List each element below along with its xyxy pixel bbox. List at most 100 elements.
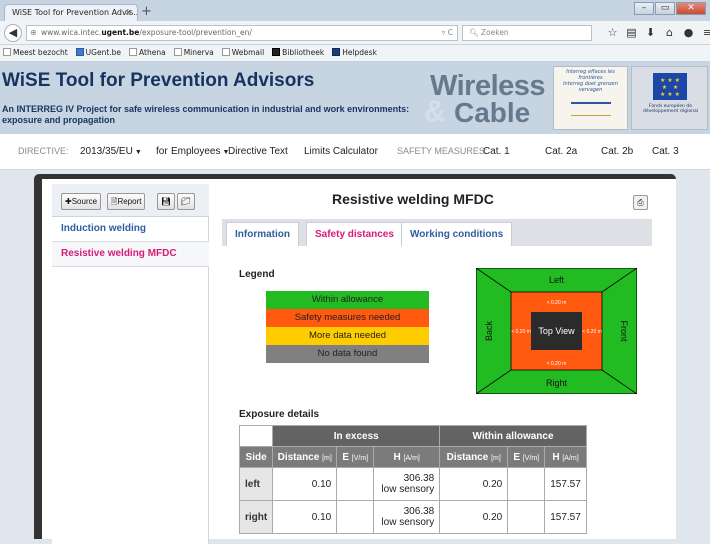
bookmark-item[interactable]: Helpdesk — [332, 45, 377, 61]
save-button[interactable]: 💾︎ — [157, 193, 176, 210]
interreg-text-fr: Interreg effaces les frontières — [566, 69, 615, 81]
window-controls: – ▭ ✕ — [634, 2, 706, 17]
topview-front-label: Front — [619, 320, 629, 342]
exposure-table: In excess Within allowance Side Distance… — [238, 425, 587, 534]
wireless-cable-logo: Wireless & Cable — [424, 68, 552, 128]
interreg-emblem-icon — [570, 102, 611, 116]
topview-back-label: Back — [484, 320, 494, 341]
bookmark-star-icon[interactable]: ☆ — [603, 25, 622, 41]
bookmark-icon — [3, 48, 11, 56]
audience-select[interactable]: Employees ▼ — [171, 134, 229, 170]
url-bar[interactable]: ⊕ www.wica.intec.ugent.be/exposure-tool/… — [26, 25, 458, 41]
browser-chrome: WiSE Tool for Prevention Advis... × + – … — [0, 0, 710, 62]
col-excess-h: H [A/m] — [373, 446, 441, 468]
bookmark-item[interactable]: Meest bezocht — [3, 45, 68, 61]
legend-safety-measures: Safety measures needed — [266, 309, 429, 327]
plus-icon: ✚ — [65, 197, 72, 206]
add-source-button[interactable]: ✚Source — [61, 193, 102, 210]
clipboard-icon[interactable]: ▤ — [622, 25, 641, 41]
navigation-bar: ◀ ⊕ www.wica.intec.ugent.be/exposure-too… — [0, 21, 710, 45]
directive-text-link[interactable]: Directive Text — [228, 134, 288, 169]
dropdown-arrow-icon: ▼ — [134, 149, 142, 156]
bookmark-item[interactable]: Minerva — [173, 45, 214, 61]
report-button[interactable]: 🗎︎Report — [107, 193, 146, 210]
table-row: left 0.10 306.38 low sensory 0.20 157.57 — [238, 467, 587, 501]
eu-flag-icon: ★ ★ ★ ★ ★ ★ ★ ★ — [653, 73, 687, 100]
search-icon: 🔍︎ — [469, 28, 481, 37]
minimize-icon[interactable]: – — [634, 2, 654, 15]
directive-select[interactable]: 2013/35/EU ▼ — [80, 134, 142, 170]
browser-tab-title: WiSE Tool for Prevention Advis... — [12, 8, 138, 17]
limits-calculator-link[interactable]: Limits Calculator — [304, 134, 378, 169]
cell-within-h: 157.57 — [544, 500, 587, 534]
site-title: WiSE Tool for Prevention Advisors — [2, 70, 315, 91]
new-tab-button[interactable]: + — [141, 4, 152, 19]
close-tab-icon[interactable]: × — [124, 5, 132, 21]
topview-distance-right: < 0.20 m — [582, 329, 602, 335]
home-icon[interactable]: ⌂ — [660, 25, 679, 41]
cell-excess-e — [336, 500, 375, 534]
table-corner — [238, 425, 274, 447]
url-domain: ugent.be — [101, 28, 140, 37]
download-icon[interactable]: ⬇ — [641, 25, 660, 41]
cell-within-distance: 0.20 — [439, 467, 509, 501]
legend-more-data: More data needed — [266, 327, 429, 345]
logo-ampersand: & — [424, 95, 446, 128]
sidebar-item-resistive-welding[interactable]: Resistive welding MFDC — [52, 242, 209, 267]
content-tabs: Information Safety distances Working con… — [222, 219, 652, 246]
reload-icon[interactable]: ▿ C — [442, 26, 453, 40]
bookmark-item[interactable]: Bibliotheek — [272, 45, 324, 61]
table-group-header: In excess Within allowance — [238, 425, 587, 447]
for-label: for — [156, 146, 168, 157]
ugent-icon — [75, 48, 84, 56]
maximize-icon[interactable]: ▭ — [655, 2, 675, 15]
eu-logo: ★ ★ ★ ★ ★ ★ ★ ★ Fonds européen de développ… — [631, 66, 708, 130]
back-arrow-icon[interactable]: ◀ — [4, 24, 22, 42]
tab-information[interactable]: Information — [226, 222, 299, 246]
directive-bar: DIRECTIVE: 2013/35/EU ▼ for Employees ▼ Di… — [0, 134, 710, 170]
open-folder-button[interactable]: 📁︎ — [177, 193, 196, 210]
cell-within-e — [507, 500, 546, 534]
helpdesk-icon — [332, 48, 341, 56]
panel-content: ✚Source 🗎︎Report 💾︎ 📁︎ Induction welding… — [42, 179, 676, 544]
tab-working-conditions[interactable]: Working conditions — [401, 222, 513, 246]
site-subtitle: An INTERREG IV Project for safe wireless… — [2, 104, 410, 125]
tab-safety-distances[interactable]: Safety distances — [306, 222, 403, 246]
chat-icon[interactable]: ● — [679, 25, 698, 41]
bookmark-item[interactable]: UGent.be — [75, 45, 121, 61]
logo-word-cable: Cable — [454, 97, 531, 128]
col-within-distance: Distance [m] — [439, 446, 509, 468]
directive-label: DIRECTIVE: — [18, 146, 69, 156]
browser-tab[interactable]: WiSE Tool for Prevention Advis... × — [4, 4, 138, 21]
cat-2a-link[interactable]: Cat. 2a — [545, 134, 577, 169]
tab-strip: WiSE Tool for Prevention Advis... × + – … — [0, 0, 710, 21]
bookmark-item[interactable]: Webmail — [221, 45, 264, 61]
print-icon[interactable]: ⎙ — [633, 195, 648, 210]
sidebar: ✚Source 🗎︎Report 💾︎ 📁︎ Induction welding… — [52, 184, 209, 544]
table-row: right 0.10 306.38 low sensory 0.20 157.57 — [238, 500, 587, 534]
interreg-text-nl: Interreg doet grenzen vervagen — [563, 81, 618, 93]
safety-measures-label: SAFETY MEASURES: — [397, 146, 488, 156]
cell-excess-e — [336, 467, 375, 501]
topview-left-label: Left — [549, 275, 565, 285]
bookmark-item[interactable]: Athena — [129, 45, 166, 61]
cat-1-link[interactable]: Cat. 1 — [483, 134, 510, 169]
cell-excess-distance: 0.10 — [272, 467, 338, 501]
cell-within-e — [507, 467, 546, 501]
close-window-icon[interactable]: ✕ — [676, 2, 706, 15]
library-icon — [272, 48, 281, 56]
search-input[interactable]: 🔍︎ Zoeken — [462, 25, 592, 41]
cat-2b-link[interactable]: Cat. 2b — [601, 134, 633, 169]
group-in-excess: In excess — [272, 425, 441, 447]
bookmarks-bar: Meest bezocht UGent.be Athena Minerva We… — [0, 45, 710, 62]
globe-icon: ⊕ — [30, 28, 37, 37]
exposure-details-title: Exposure details — [239, 409, 320, 420]
url-prefix: www.wica.intec. — [41, 28, 102, 37]
url-path: /exposure-tool/prevention_en/ — [139, 28, 252, 37]
cat-3-link[interactable]: Cat. 3 — [652, 134, 679, 169]
sidebar-item-induction-welding[interactable]: Induction welding — [52, 217, 209, 242]
cell-within-h: 157.57 — [544, 467, 587, 501]
page-icon — [129, 48, 138, 56]
menu-icon[interactable]: ≡ — [698, 25, 710, 41]
table-column-header: Side Distance [m] E [V/m] H [A/m] Distan… — [238, 446, 587, 468]
